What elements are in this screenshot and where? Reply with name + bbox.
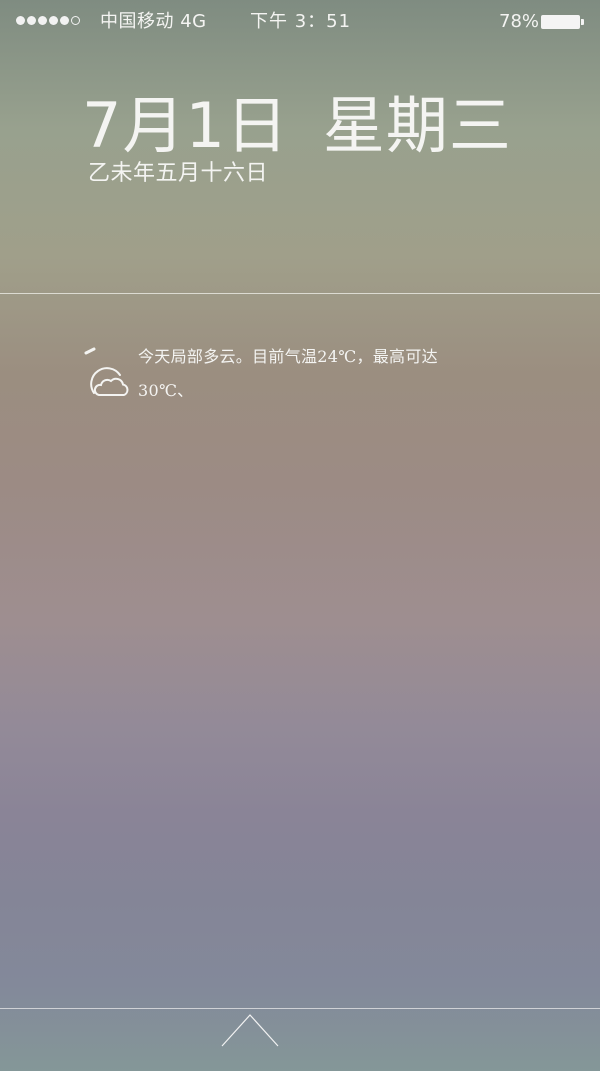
weather-line: 30℃、 <box>138 381 194 400</box>
chevron-up-icon[interactable] <box>220 1012 280 1048</box>
status-time: 下午 3：51 <box>250 11 352 32</box>
carrier-label: 中国移动 4G <box>100 11 207 32</box>
signal-dot <box>60 16 69 25</box>
weather-line: 今天局部多云。目前气温24℃，最高可达 <box>138 347 438 366</box>
bottom-divider <box>0 1008 600 1009</box>
partly-cloudy-icon <box>84 344 132 400</box>
signal-dot-empty <box>71 16 80 25</box>
status-bar: 中国移动 4G 下午 3：51 78% <box>0 0 600 44</box>
battery-percent: 78% <box>499 11 540 32</box>
signal-dot <box>16 16 25 25</box>
date-label: 7月1日 <box>82 89 289 162</box>
weekday-label: 星期三 <box>322 89 512 162</box>
signal-dot <box>38 16 47 25</box>
lock-screen-date: 7月1日 星期三 <box>82 90 512 162</box>
signal-dot <box>27 16 36 25</box>
lunar-date: 乙未年五月十六日 <box>88 161 269 186</box>
divider <box>0 293 600 294</box>
signal-strength-icon <box>16 16 80 25</box>
weather-summary: 今天局部多云。目前气温24℃，最高可达 30℃、 <box>138 340 498 408</box>
battery-icon <box>541 15 584 29</box>
signal-dot <box>49 16 58 25</box>
